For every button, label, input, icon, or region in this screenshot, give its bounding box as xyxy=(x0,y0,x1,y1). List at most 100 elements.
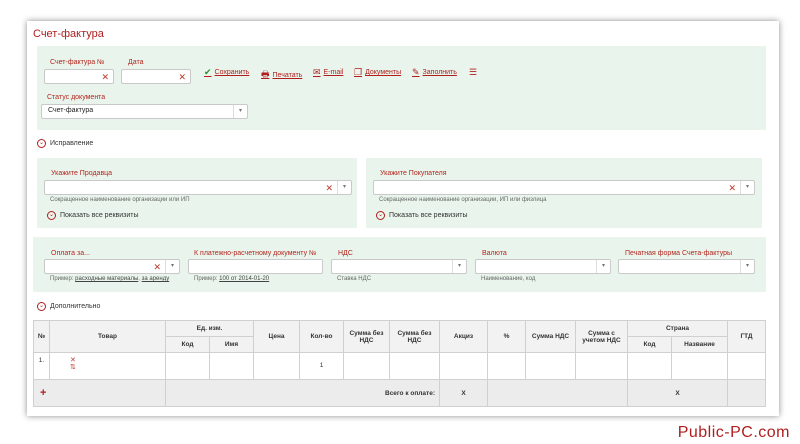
product-cell[interactable]: ✕ ⇅ xyxy=(49,352,166,380)
buyer-label: Укажите Покупателя xyxy=(380,170,447,177)
qty-cell[interactable]: 1 xyxy=(299,352,344,380)
vat-hint: Ставка НДС xyxy=(337,276,372,282)
unit-name-cell[interactable] xyxy=(209,352,254,380)
printer-icon: 🖶 xyxy=(261,69,270,79)
envelope-icon: ✉ xyxy=(313,67,321,77)
payment-doc-label: К платежно-расчетному документу № xyxy=(194,250,317,257)
clear-icon[interactable]: ✕ xyxy=(153,261,161,273)
invoice-number-label: Счет-фактура № xyxy=(50,59,105,66)
clear-icon[interactable]: ✕ xyxy=(101,71,109,83)
move-row-icon[interactable]: ⇅ xyxy=(70,364,165,371)
payment-doc-hint: Пример: 100 от 2014-01-20 xyxy=(194,276,270,282)
col-country-code: Код xyxy=(627,336,672,353)
fill-button[interactable]: ✎ Заполнить xyxy=(412,67,457,78)
row-number: 1. xyxy=(33,352,50,380)
chevron-down-icon: ▾ xyxy=(740,181,754,194)
currency-label: Валюта xyxy=(482,250,507,257)
percent-cell[interactable] xyxy=(487,352,526,380)
total-excise: X xyxy=(439,379,488,407)
expand-icon: ⌄ xyxy=(47,211,56,220)
buyer-show-all-toggle[interactable]: ⌄ Показать все реквизиты xyxy=(376,211,468,220)
seller-hint: Сокращенное наименование организации или… xyxy=(50,197,190,203)
list-icon: ☰ xyxy=(469,67,478,77)
delete-row-icon[interactable]: ✕ xyxy=(70,357,165,364)
chevron-down-icon: ▾ xyxy=(740,260,754,273)
save-button[interactable]: ✔ Сохранить xyxy=(204,67,249,78)
date-label: Дата xyxy=(128,59,144,66)
page: Счет-фактура Счет-фактура № ✕ Дата ✕ ✔ С… xyxy=(0,0,800,444)
additional-toggle[interactable]: ⌄ Дополнительно xyxy=(37,302,100,311)
payment-for-input[interactable]: ✕ ▾ xyxy=(44,259,180,274)
payment-for-label: Оплата за... xyxy=(51,250,90,257)
col-sum-with-vat: Сумма с учетом НДС xyxy=(575,320,628,353)
documents-icon: ❐ xyxy=(354,67,363,77)
currency-select[interactable]: ▾ xyxy=(475,259,611,274)
check-icon: ✔ xyxy=(204,67,212,77)
price-cell[interactable] xyxy=(253,352,300,380)
edit-icon: ✎ xyxy=(412,67,420,77)
date-input[interactable]: ✕ xyxy=(121,69,191,84)
chevron-down-icon: ▾ xyxy=(165,260,179,273)
country-code-cell[interactable] xyxy=(627,352,672,380)
invoice-number-input[interactable]: ✕ xyxy=(44,69,114,84)
table-row: 1. ✕ ⇅ 1 xyxy=(33,352,766,380)
payment-doc-input[interactable] xyxy=(188,259,323,274)
unit-code-cell[interactable] xyxy=(165,352,210,380)
expand-icon: ⌄ xyxy=(37,139,46,148)
example-link[interactable]: расходные материалы xyxy=(75,276,138,282)
col-unit: Ед. изм. xyxy=(165,320,254,337)
print-form-label: Печатная форма Счета-фактуры xyxy=(625,250,733,257)
col-price: Цена xyxy=(253,320,300,353)
gtd-cell[interactable] xyxy=(727,352,766,380)
total-label: Всего к оплате: xyxy=(165,379,440,407)
col-excise: Акциз xyxy=(439,320,488,353)
col-country-name: Название xyxy=(671,336,728,353)
status-value: Счет-фактура xyxy=(48,107,94,114)
col-qty: Кол-во xyxy=(299,320,344,353)
documents-button[interactable]: ❐ Документы xyxy=(354,67,401,78)
vat-sum-cell xyxy=(525,352,576,380)
correction-toggle[interactable]: ⌄ Исправление xyxy=(37,139,93,148)
chevron-down-icon: ▾ xyxy=(596,260,610,273)
chevron-down-icon: ▾ xyxy=(452,260,466,273)
clear-icon[interactable]: ✕ xyxy=(728,182,736,194)
col-vat-sum: Сумма НДС xyxy=(525,320,576,353)
col-product: Товар xyxy=(49,320,166,353)
col-num: № xyxy=(33,320,50,353)
seller-show-all-toggle[interactable]: ⌄ Показать все реквизиты xyxy=(47,211,139,220)
col-country: Страна xyxy=(627,320,728,337)
sum-no-vat-cell xyxy=(343,352,390,380)
clear-icon[interactable]: ✕ xyxy=(178,71,186,83)
status-select[interactable]: Счет-фактура ▾ xyxy=(41,104,248,119)
email-button[interactable]: ✉ E-mail xyxy=(313,67,343,78)
seller-label: Укажите Продавца xyxy=(51,170,113,177)
col-unit-name: Имя xyxy=(209,336,254,353)
buyer-input[interactable]: ✕ ▾ xyxy=(373,180,755,195)
col-percent: % xyxy=(487,320,526,353)
add-row-button[interactable]: + xyxy=(40,387,46,399)
page-title: Счет-фактура xyxy=(33,28,104,40)
payment-for-hint: Пример: расходные материалы, за аренду xyxy=(50,276,170,282)
col-gtd: ГТД xyxy=(727,320,766,353)
total-gtd xyxy=(727,379,766,407)
example-link[interactable]: 100 от 2014-01-20 xyxy=(219,276,269,282)
chevron-down-icon: ▾ xyxy=(337,181,351,194)
example-link[interactable]: за аренду xyxy=(142,276,170,282)
country-name-cell[interactable] xyxy=(671,352,728,380)
buyer-hint: Сокращенное наименование организации, ИП… xyxy=(379,197,547,203)
items-table: № Товар Ед. изм. Цена Кол-во Сумма без Н… xyxy=(33,320,766,407)
print-button[interactable]: 🖶 Печатать xyxy=(261,67,302,83)
print-form-select[interactable]: ▾ xyxy=(618,259,755,274)
sum-with-vat-cell xyxy=(575,352,628,380)
col-sum-no-vat: Сумма без НДС xyxy=(343,320,390,353)
vat-select[interactable]: ▾ xyxy=(331,259,467,274)
vat-label: НДС xyxy=(338,250,353,257)
expand-icon: ⌄ xyxy=(37,302,46,311)
clear-icon[interactable]: ✕ xyxy=(325,182,333,194)
list-menu-button[interactable]: ☰ xyxy=(469,67,477,78)
chevron-down-icon: ▾ xyxy=(233,105,247,118)
expand-icon: ⌄ xyxy=(376,211,385,220)
total-row: + Всего к оплате: X X xyxy=(33,379,766,407)
excise-cell[interactable] xyxy=(439,352,488,380)
seller-input[interactable]: ✕ ▾ xyxy=(44,180,352,195)
